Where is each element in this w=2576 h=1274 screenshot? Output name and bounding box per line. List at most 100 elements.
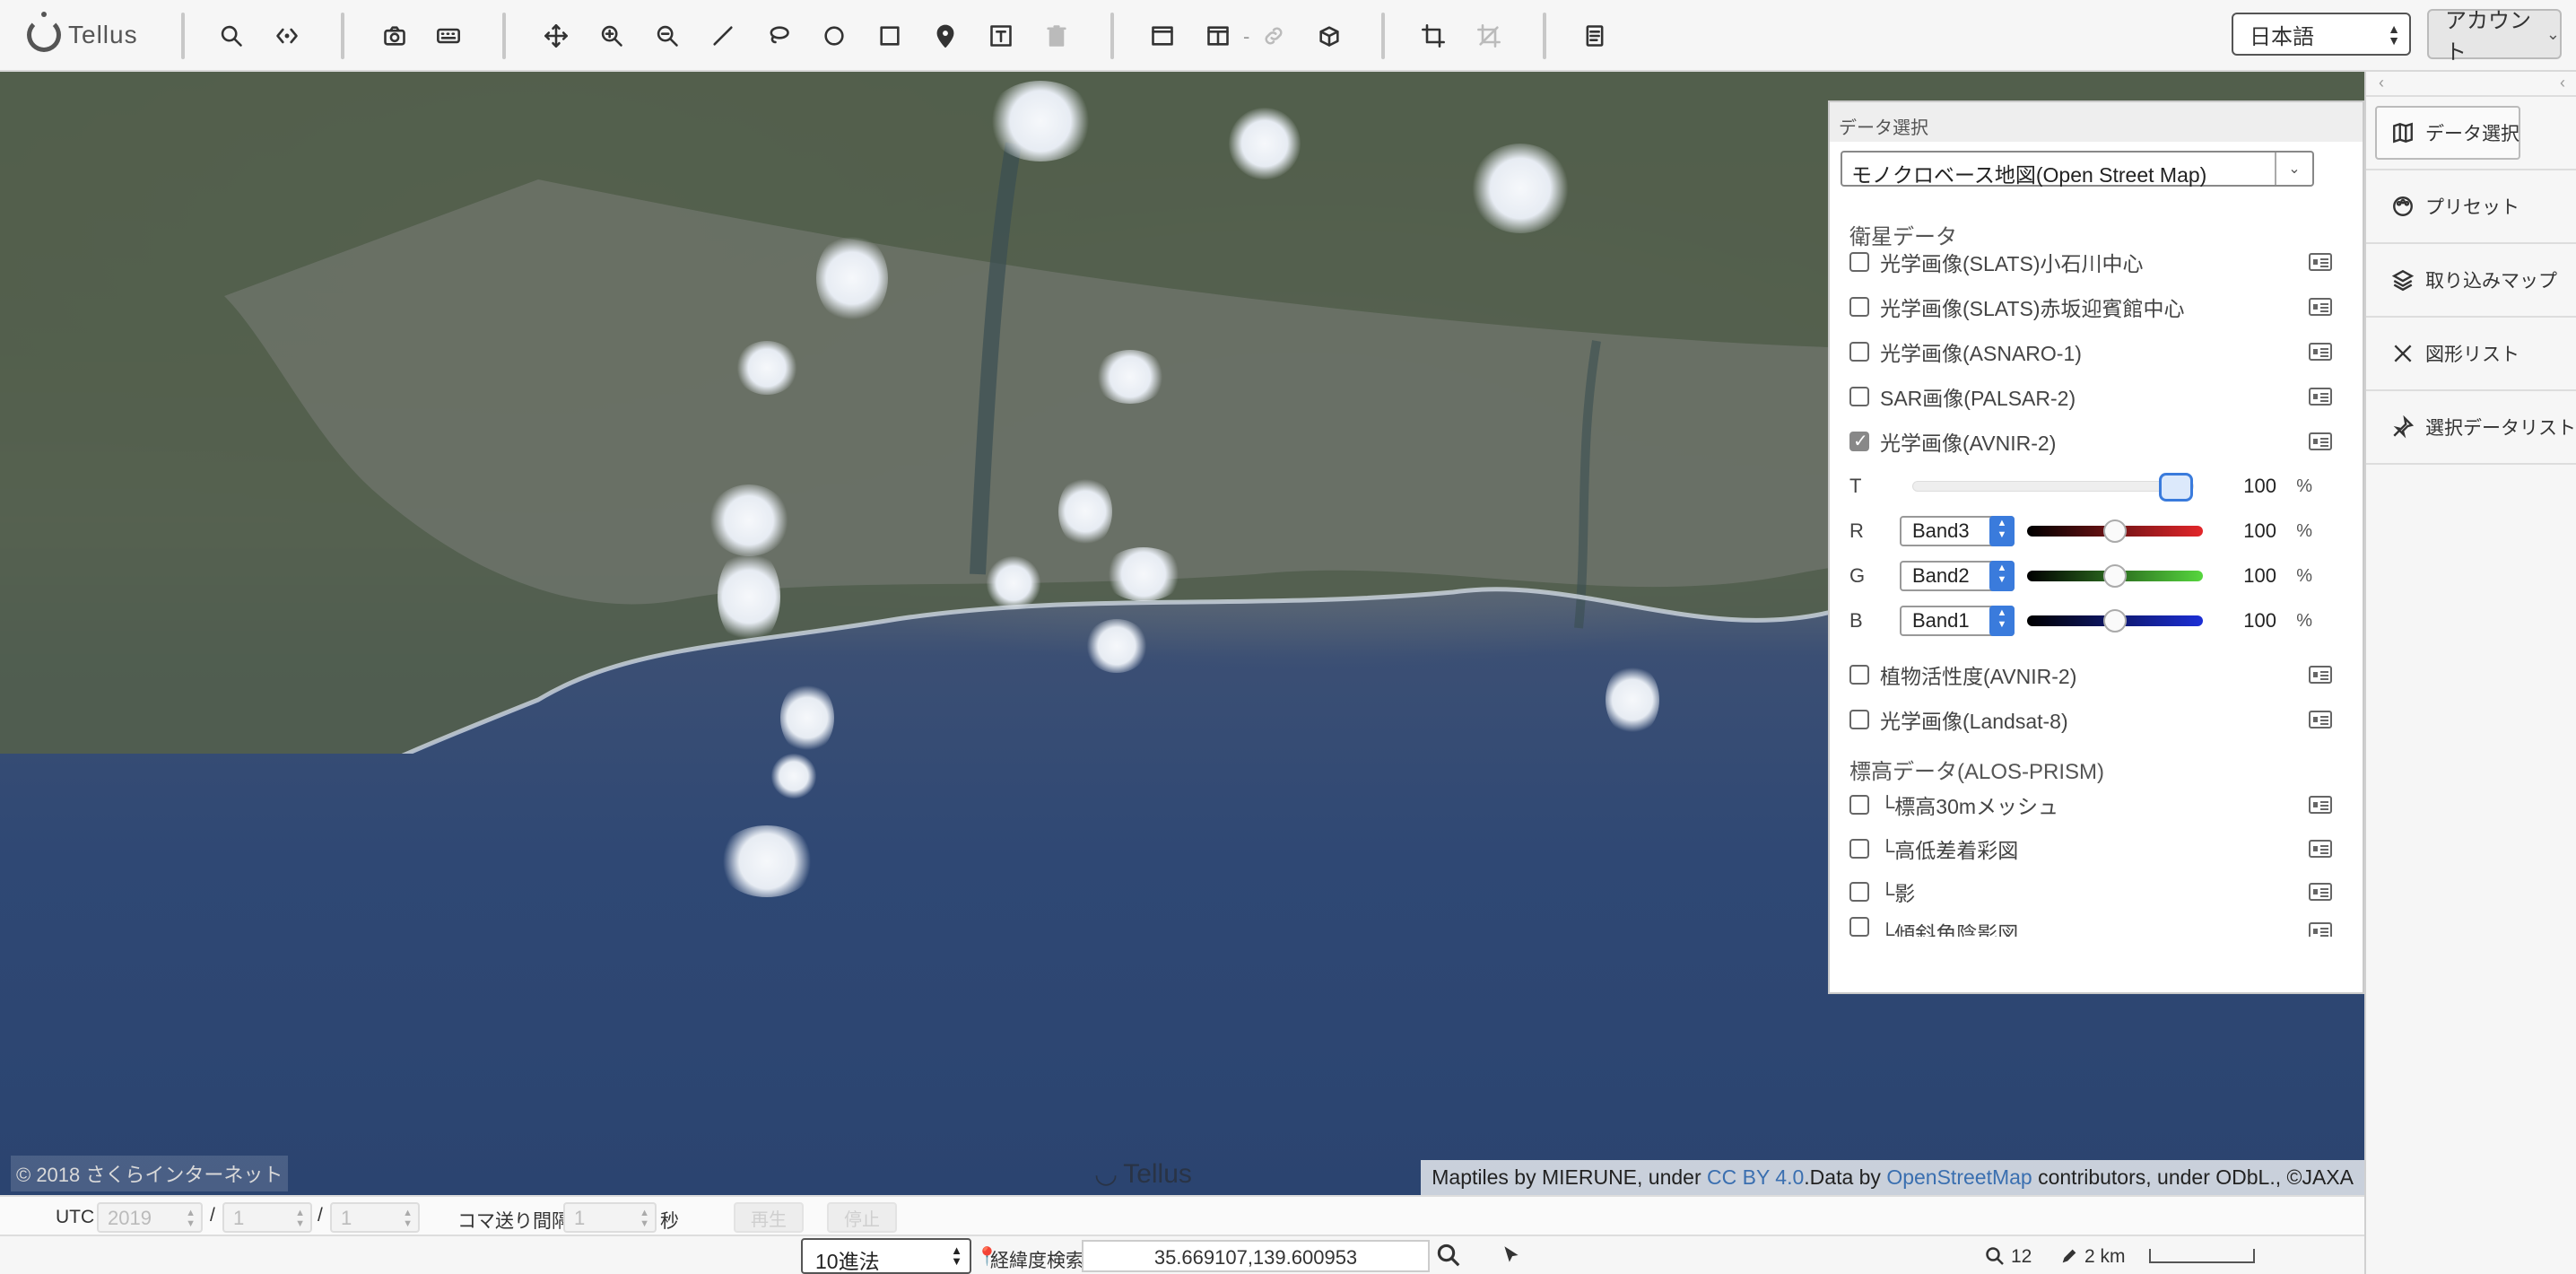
layer-checkbox-checked[interactable] (1849, 430, 1869, 452)
zoom-out-button[interactable] (648, 16, 687, 56)
pan-button[interactable] (536, 16, 576, 56)
info-card-icon[interactable] (2309, 711, 2332, 729)
layer-label: 光学画像(Landsat-8) (1880, 710, 2068, 733)
sidebar-item-shape-list[interactable]: 図形リスト (2366, 318, 2576, 391)
slider-thumb[interactable] (2103, 609, 2127, 633)
layer-checkbox[interactable] (1849, 917, 1869, 937)
keyboard-button[interactable] (429, 16, 468, 56)
day-stepper[interactable]: 1 ▲ ▼ (330, 1202, 420, 1233)
play-button[interactable]: 再生 (734, 1202, 804, 1233)
layer-checkbox[interactable] (1849, 252, 1869, 272)
layer-checkbox[interactable] (1849, 665, 1869, 685)
draw-rectangle-button[interactable] (870, 16, 909, 56)
account-button[interactable]: アカウント ⌄ (2427, 9, 2562, 65)
layer-item[interactable]: 光学画像(SLATS)赤坂迎賓館中心 (1849, 289, 2332, 325)
select-arrows-icon: ▲ ▼ (1989, 516, 2015, 546)
info-card-icon[interactable] (2309, 922, 2332, 937)
screenshot-button[interactable] (375, 16, 414, 56)
stop-button[interactable]: 停止 (827, 1202, 897, 1233)
document-button[interactable] (1575, 16, 1614, 56)
info-card-icon[interactable] (2309, 883, 2332, 901)
crop-button[interactable] (1414, 16, 1453, 56)
add-text-button[interactable] (981, 16, 1021, 56)
map-attribution: Maptiles by MIERUNE, under CC BY 4.0.Dat… (1421, 1160, 2364, 1195)
single-window-button[interactable] (1143, 16, 1182, 56)
band-select-r[interactable]: Band3 ▲ ▼ (1900, 516, 2015, 546)
code-button[interactable] (267, 16, 307, 56)
year-value: 2019 (108, 1207, 152, 1229)
month-stepper[interactable]: 1 ▲ ▼ (222, 1202, 312, 1233)
layer-checkbox[interactable] (1849, 387, 1869, 406)
collapse-left-icon[interactable]: ‹ (2379, 74, 2384, 92)
blue-level-slider[interactable] (2027, 609, 2203, 633)
info-card-icon[interactable] (2309, 253, 2332, 271)
3d-view-button[interactable] (1310, 16, 1349, 56)
layer-checkbox[interactable] (1849, 710, 1869, 729)
info-card-icon[interactable] (2309, 388, 2332, 406)
coord-search-button[interactable] (1435, 1242, 1464, 1270)
place-pin-button[interactable] (926, 16, 965, 56)
layer-checkbox[interactable] (1849, 882, 1869, 902)
layer-item[interactable]: └影 (1849, 874, 2332, 910)
crop-icon (1422, 24, 1445, 48)
interval-stepper[interactable]: 1 ▲ ▼ (563, 1202, 657, 1233)
layer-item[interactable]: 光学画像(SLATS)小石川中心 (1849, 244, 2332, 280)
tellus-logo[interactable]: Tellus (27, 12, 138, 57)
search-icon (221, 25, 242, 47)
sidebar-item-preset[interactable]: プリセット (2366, 170, 2576, 244)
layer-checkbox[interactable] (1849, 839, 1869, 859)
layer-item[interactable]: 光学画像(Landsat-8) (1849, 702, 2332, 737)
language-select[interactable]: 日本語 ▲ ▼ (2232, 13, 2411, 56)
cc-by-link[interactable]: CC BY 4.0 (1707, 1165, 1804, 1189)
coordinate-input[interactable]: 35.669107,139.600953 (1082, 1240, 1430, 1272)
slider-thumb[interactable] (2103, 519, 2127, 543)
draw-circle-button[interactable] (814, 16, 854, 56)
interval-value: 1 (574, 1207, 586, 1229)
cursor-button[interactable] (1500, 1243, 1525, 1269)
year-stepper[interactable]: 2019 ▲ ▼ (97, 1202, 203, 1233)
band-select-g[interactable]: Band2 ▲ ▼ (1900, 561, 2015, 591)
layer-list[interactable]: 衛星データ 光学画像(SLATS)小石川中心 光学画像(SLATS)赤坂迎賓館中… (1830, 199, 2363, 1038)
split-window-button[interactable] (1198, 16, 1238, 56)
sidebar-item-data-select[interactable]: データ選択 (2366, 97, 2576, 170)
layer-label: 光学画像(SLATS)小石川中心 (1880, 252, 2144, 275)
zoom-level-value: 12 (2011, 1246, 2032, 1267)
search-button[interactable] (212, 16, 251, 56)
layer-item[interactable]: SAR画像(PALSAR-2) (1849, 379, 2332, 414)
info-card-icon[interactable] (2309, 432, 2332, 450)
info-card-icon[interactable] (2309, 343, 2332, 361)
collapse-right-icon[interactable]: ‹ (2560, 74, 2565, 92)
sidebar-collapse-bar: ‹ ‹ (2366, 72, 2576, 97)
info-card-icon[interactable] (2309, 840, 2332, 858)
layer-item[interactable]: └標高30mメッシュ (1849, 787, 2332, 823)
layer-checkbox[interactable] (1849, 297, 1869, 317)
sidebar-item-selected-data[interactable]: 選択データリスト (2366, 391, 2576, 465)
draw-lasso-button[interactable] (759, 16, 798, 56)
base-map-select[interactable]: モノクロベース地図(Open Street Map) ⌄ (1841, 151, 2314, 187)
sidebar-item-imported-maps[interactable]: 取り込みマップ (2366, 244, 2576, 318)
layer-item[interactable]: 植物活性度(AVNIR-2) (1849, 657, 2332, 693)
layer-item[interactable]: └高低差着彩図 (1849, 831, 2332, 867)
transparency-slider[interactable] (1912, 473, 2194, 502)
layer-item[interactable]: └傾斜角陰影図 (1849, 917, 2332, 937)
slider-thumb[interactable] (2103, 564, 2127, 588)
seconds-label: 秒 (660, 1211, 679, 1232)
crop-off-button[interactable] (1469, 16, 1509, 56)
osm-link[interactable]: OpenStreetMap (1886, 1165, 2032, 1189)
slider-thumb[interactable] (2159, 473, 2193, 502)
coordinate-format-select[interactable]: 10進法 ▲ ▼ (801, 1238, 971, 1274)
link-windows-button[interactable] (1254, 16, 1293, 56)
info-card-icon[interactable] (2309, 796, 2332, 814)
info-card-icon[interactable] (2309, 298, 2332, 316)
delete-button[interactable] (1037, 16, 1076, 56)
draw-line-button[interactable] (703, 16, 743, 56)
layer-checkbox[interactable] (1849, 795, 1869, 815)
info-card-icon[interactable] (2309, 666, 2332, 684)
layer-item-avnir2[interactable]: 光学画像(AVNIR-2) (1849, 423, 2332, 459)
layer-item[interactable]: 光学画像(ASNARO-1) (1849, 334, 2332, 370)
zoom-in-button[interactable] (592, 16, 631, 56)
green-level-slider[interactable] (2027, 564, 2203, 588)
layer-checkbox[interactable] (1849, 342, 1869, 362)
band-select-b[interactable]: Band1 ▲ ▼ (1900, 606, 2015, 636)
red-level-slider[interactable] (2027, 519, 2203, 543)
